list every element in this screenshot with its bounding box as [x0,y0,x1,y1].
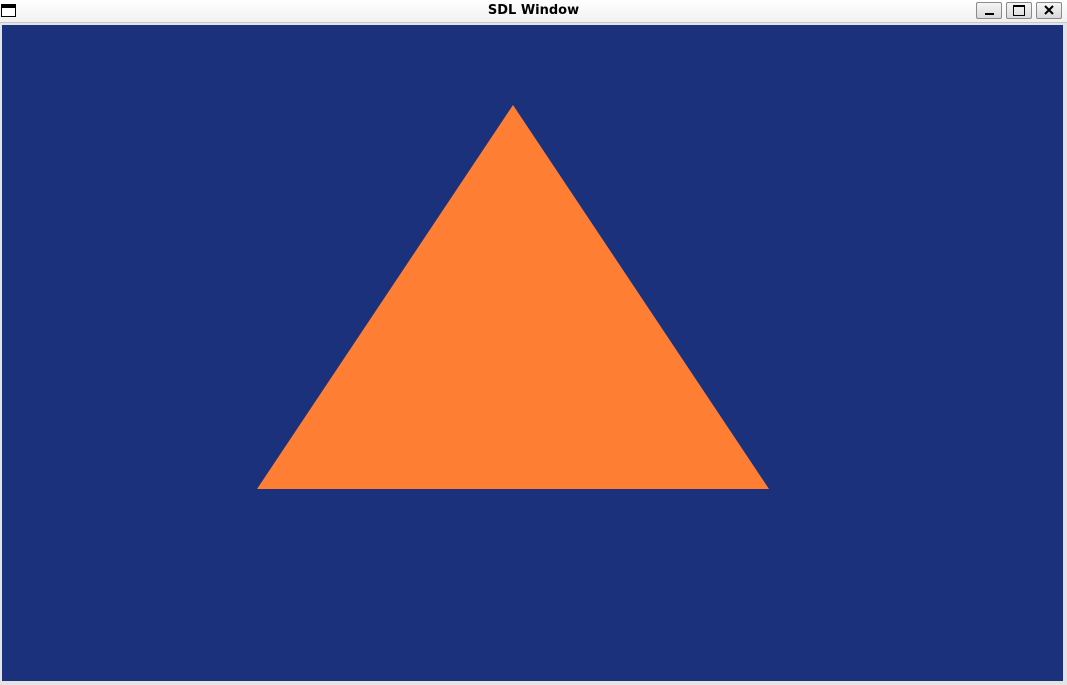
minimize-icon [985,13,994,15]
window-icon[interactable] [1,4,16,17]
close-icon [1044,5,1054,15]
window-title: SDL Window [487,3,580,18]
title-bar[interactable]: SDL Window [0,0,1067,23]
maximize-icon [1013,5,1025,16]
close-button[interactable] [1036,2,1062,19]
minimize-button[interactable] [976,2,1002,19]
sdl-window: SDL Window [0,0,1067,685]
render-canvas[interactable] [2,25,1063,681]
maximize-button[interactable] [1006,2,1032,19]
